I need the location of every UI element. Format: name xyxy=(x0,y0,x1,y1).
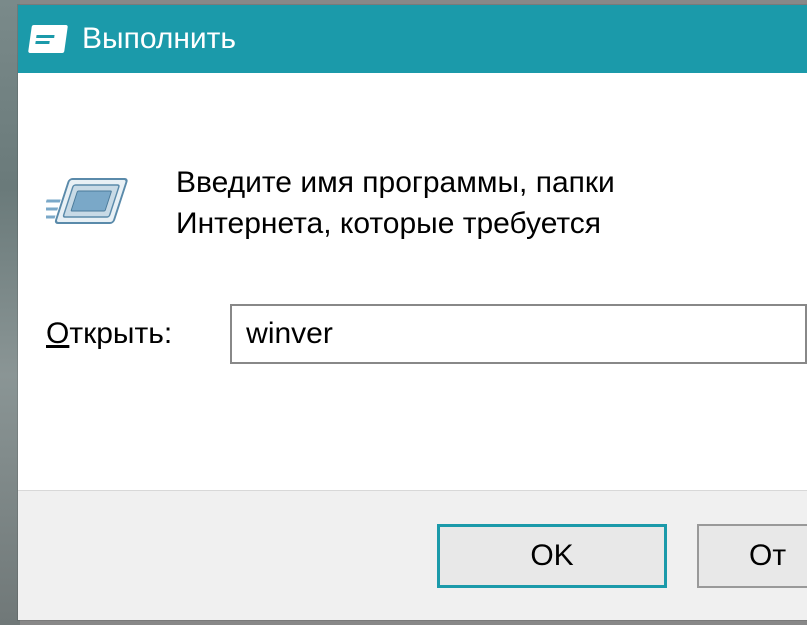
cancel-button[interactable]: От xyxy=(697,524,807,588)
run-large-icon xyxy=(46,171,136,241)
run-app-icon xyxy=(28,25,68,53)
window-title: Выполнить xyxy=(82,22,236,56)
button-bar: OK От xyxy=(18,490,807,620)
dialog-content: Введите имя программы, папки Интернета, … xyxy=(18,73,807,364)
open-label: Открыть: xyxy=(46,317,172,351)
titlebar[interactable]: Выполнить xyxy=(18,5,807,73)
instruction-text: Введите имя программы, папки Интернета, … xyxy=(176,163,615,244)
desktop-background xyxy=(0,0,20,625)
command-input[interactable] xyxy=(230,304,807,364)
input-row: Открыть: xyxy=(46,304,807,364)
run-dialog-window: Выполнить Введите имя программы, папки xyxy=(18,5,807,620)
ok-button[interactable]: OK xyxy=(437,524,667,588)
intro-row: Введите имя программы, папки Интернета, … xyxy=(46,163,807,244)
